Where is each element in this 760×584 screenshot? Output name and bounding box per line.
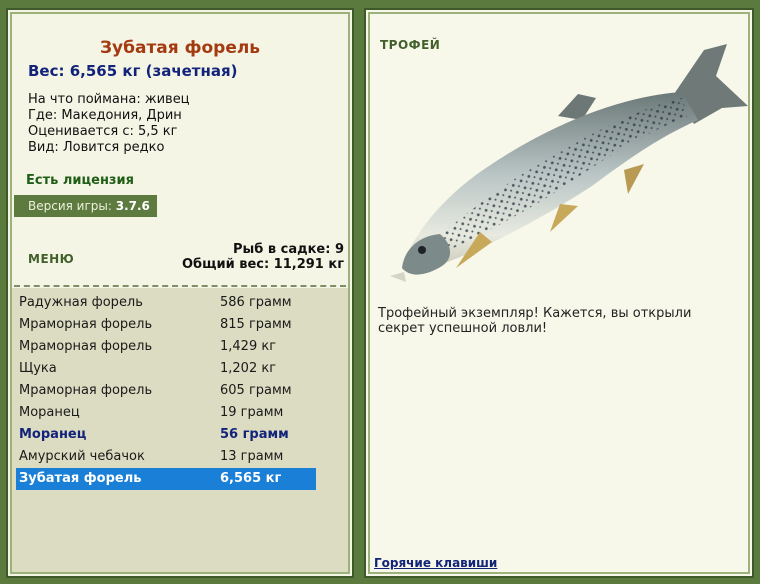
- catch-row[interactable]: Мраморная форель 815 грамм: [16, 314, 316, 336]
- fish-info: Зубатая форель Вес: 6,565 кг (зачетная) …: [8, 10, 352, 286]
- catch-name: Амурский чебачок: [19, 449, 145, 464]
- rating-detail: Оценивается с: 5,5 кг: [28, 124, 178, 139]
- version-label: Версия игры:: [28, 199, 112, 213]
- trophy-panel: ТРОФЕЙ Трофейный экземпляр! Кажется, вы …: [364, 8, 754, 578]
- catch-weight: 1,429 кг: [220, 339, 277, 354]
- dashed-divider: [14, 285, 346, 287]
- game-version: Версия игры: 3.7.6: [14, 195, 157, 217]
- catch-name: Мраморная форель: [19, 317, 153, 332]
- menu-button[interactable]: МЕНЮ: [28, 252, 74, 266]
- catch-row[interactable]: Мраморная форель 1,429 кг: [16, 336, 316, 358]
- catch-name: Щука: [19, 361, 57, 376]
- fish-name: Зубатая форель: [99, 38, 261, 58]
- catch-weight: 6,565 кг: [220, 471, 282, 486]
- catch-name: Моранец: [19, 427, 87, 442]
- fish-info-panel: Зубатая форель Вес: 6,565 кг (зачетная) …: [6, 8, 354, 578]
- catch-row[interactable]: Радужная форель 586 грамм: [16, 292, 316, 314]
- catch-name: Моранец: [19, 405, 80, 420]
- catch-weight: 19 грамм: [220, 405, 284, 420]
- catch-weight: 56 грамм: [220, 427, 289, 442]
- trophy-description: Трофейный экземпляр! Кажется, вы открыли…: [378, 306, 692, 336]
- catch-row-highlighted[interactable]: Моранец 56 грамм: [16, 424, 316, 446]
- trout-image: [390, 44, 748, 282]
- catch-weight: 13 грамм: [220, 449, 284, 464]
- catch-weight: 605 грамм: [220, 383, 292, 398]
- catch-row[interactable]: Щука 1,202 кг: [16, 358, 316, 380]
- fish-count: Рыб в садке: 9: [232, 242, 344, 257]
- catch-row[interactable]: Мраморная форель 605 грамм: [16, 380, 316, 402]
- rarity-detail: Вид: Ловится редко: [28, 140, 165, 155]
- catch-row[interactable]: Амурский чебачок 13 грамм: [16, 446, 316, 468]
- version-value: 3.7.6: [115, 199, 150, 213]
- catch-name: Радужная форель: [19, 295, 143, 310]
- fish-weight: Вес: 6,565 кг (зачетная): [28, 62, 238, 80]
- license-status: Есть лицензия: [26, 173, 134, 188]
- catch-weight: 1,202 кг: [220, 361, 277, 376]
- hotkeys-link[interactable]: Горячие клавиши: [374, 556, 497, 570]
- catch-name: Мраморная форель: [19, 383, 153, 398]
- bait-detail: На что поймана: живец: [28, 92, 190, 107]
- catch-name: Мраморная форель: [19, 339, 153, 354]
- catch-row[interactable]: Моранец 19 грамм: [16, 402, 316, 424]
- catch-weight: 815 грамм: [220, 317, 292, 332]
- catch-name: Зубатая форель: [19, 471, 142, 486]
- keepnet-stats: Рыб в садке: 9 Общий вес: 11,291 кг: [182, 242, 344, 272]
- trophy-label: ТРОФЕЙ: [380, 38, 441, 52]
- catch-list: Радужная форель 586 грамм Мраморная форе…: [12, 288, 348, 572]
- total-weight: Общий вес: 11,291 кг: [181, 257, 344, 272]
- catch-weight: 586 грамм: [220, 295, 292, 310]
- location-detail: Где: Македония, Дрин: [28, 108, 182, 123]
- catch-row-selected[interactable]: Зубатая форель 6,565 кг: [16, 468, 316, 490]
